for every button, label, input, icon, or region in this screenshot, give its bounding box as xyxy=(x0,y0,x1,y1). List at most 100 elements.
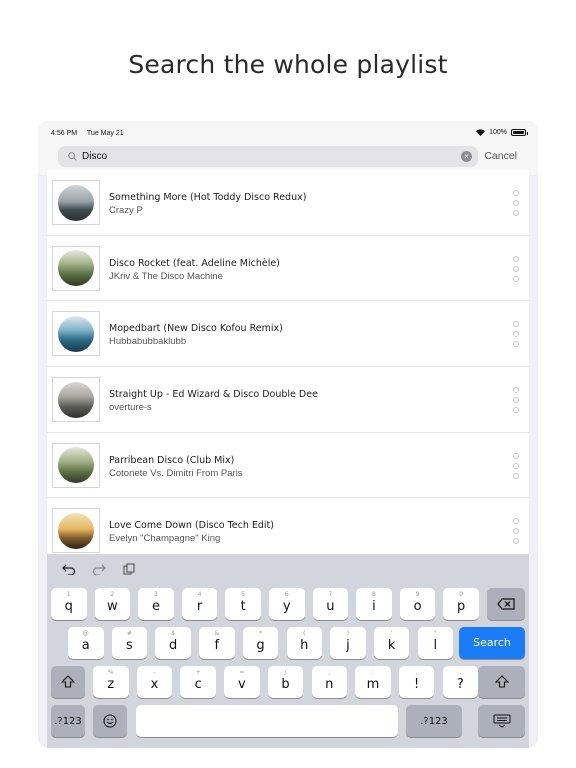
key-label: d xyxy=(169,638,178,653)
key-w[interactable]: 2w xyxy=(94,588,131,620)
emoji-key[interactable] xyxy=(93,705,127,737)
key-alt-label: 1 xyxy=(66,591,71,598)
album-art-image xyxy=(58,447,94,484)
key-label: b xyxy=(281,677,290,692)
key-i[interactable]: 8i xyxy=(356,588,392,620)
keyboard-dismiss-icon xyxy=(493,714,510,728)
key-alt-label: - xyxy=(153,669,156,676)
redo-icon[interactable] xyxy=(91,562,107,576)
key-l[interactable]: " l xyxy=(417,627,454,659)
key-alt-label: 7 xyxy=(328,591,333,598)
key-s[interactable]: # s xyxy=(111,627,148,659)
shift-key-right[interactable] xyxy=(478,666,525,698)
key-![interactable]: ,! xyxy=(398,666,435,698)
result-row[interactable]: Something More (Hot Toddy Disco Redux) Cr… xyxy=(47,170,529,236)
key-?[interactable]: .? xyxy=(442,666,479,698)
key-alt-label: 8 xyxy=(372,591,376,598)
key-z[interactable]: % z xyxy=(93,666,129,698)
key-label: u xyxy=(326,599,335,614)
search-field[interactable]: × xyxy=(58,146,478,167)
key-k[interactable]: ' k xyxy=(373,627,410,659)
key-label: p xyxy=(457,599,466,614)
album-art xyxy=(52,180,100,225)
key-alt-label: 9 xyxy=(415,591,420,598)
search-input[interactable] xyxy=(82,151,452,162)
key-o[interactable]: 9o xyxy=(399,588,436,620)
numbers-key-right[interactable]: .?123 xyxy=(406,705,462,737)
album-art-image xyxy=(58,250,94,287)
album-art-image xyxy=(58,315,94,352)
key-label: v xyxy=(237,677,246,692)
key-r[interactable]: 4r xyxy=(181,588,218,620)
key-label: y xyxy=(282,599,291,614)
status-bar: 4:56 PM Tue May 21 100% xyxy=(38,121,538,145)
result-row[interactable]: Disco Rocket (feat. Adeline Michèle) JKri… xyxy=(47,236,529,302)
cancel-button[interactable]: Cancel xyxy=(484,150,517,162)
result-row[interactable]: Love Come Down (Disco Tech Edit) Evelyn "… xyxy=(47,498,529,555)
key-label: ! xyxy=(414,677,420,692)
ipad-screen: 4:56 PM Tue May 21 100% × Cancel Somethi… xyxy=(38,121,538,748)
key-label: e xyxy=(151,599,160,614)
key-b[interactable]: / b xyxy=(267,666,304,698)
more-options-icon[interactable] xyxy=(513,255,519,282)
key-y[interactable]: 6y xyxy=(269,588,305,620)
shift-icon xyxy=(494,675,509,688)
page-headline: Search the whole playlist xyxy=(128,50,448,79)
key-m[interactable]: :m xyxy=(355,666,391,698)
key-c[interactable]: + c xyxy=(180,666,216,698)
space-bar[interactable] xyxy=(136,705,398,737)
key-label: t xyxy=(240,599,246,614)
key-h[interactable]: (h xyxy=(286,627,322,659)
key-f[interactable]: & f xyxy=(199,627,235,659)
album-art-image xyxy=(58,512,94,549)
more-options-icon[interactable] xyxy=(513,452,519,479)
track-artist: overture-s xyxy=(109,402,152,414)
key-alt-label: 4 xyxy=(197,591,202,598)
paste-icon[interactable] xyxy=(121,562,137,576)
track-artist: Cotonete Vs. Dimitri From Paris xyxy=(109,467,243,479)
undo-icon[interactable] xyxy=(61,562,77,576)
backspace-key[interactable] xyxy=(487,588,525,620)
key-x[interactable]: -x xyxy=(136,666,173,698)
key-alt-label: ' xyxy=(390,630,393,637)
result-row[interactable]: Straight Up - Ed Wizard & Disco Double D… xyxy=(47,367,529,433)
numbers-key-left[interactable]: .?123 xyxy=(51,705,85,737)
key-n[interactable]: ; n xyxy=(311,666,347,698)
key-q[interactable]: 1q xyxy=(51,588,87,620)
hide-keyboard-key[interactable] xyxy=(478,705,525,737)
keyboard-toolbar xyxy=(61,562,137,576)
key-label: f xyxy=(214,638,220,653)
key-p[interactable]: 0p xyxy=(443,588,479,620)
status-date: Tue May 21 xyxy=(86,130,124,137)
key-label: h xyxy=(300,638,309,653)
track-artist: Evelyn "Champagne" King xyxy=(109,533,221,545)
album-art xyxy=(52,311,100,357)
key-t[interactable]: 5t xyxy=(225,588,261,620)
key-label: l xyxy=(433,638,438,653)
key-alt-label: 5 xyxy=(241,591,246,598)
more-options-icon[interactable] xyxy=(513,190,519,216)
key-d[interactable]: $ d xyxy=(155,627,191,659)
more-options-icon[interactable] xyxy=(513,518,519,545)
key-label: j xyxy=(346,638,350,653)
battery-level xyxy=(513,131,524,134)
key-alt-label: @ xyxy=(82,630,89,637)
key-label: i xyxy=(372,599,376,614)
search-key[interactable]: Search xyxy=(459,627,525,659)
key-a[interactable]: @ a xyxy=(68,627,104,659)
key-g[interactable]: * g xyxy=(242,627,279,659)
key-u[interactable]: 7u xyxy=(312,588,349,620)
key-v[interactable]: = v xyxy=(224,666,260,698)
track-title: Disco Rocket (feat. Adeline Michèle) xyxy=(109,257,280,269)
clear-search-icon[interactable]: × xyxy=(461,151,472,162)
shift-key[interactable] xyxy=(51,666,85,698)
more-options-icon[interactable] xyxy=(513,387,519,414)
key-e[interactable]: 3e xyxy=(138,588,174,620)
result-row[interactable]: Mopedbart (New Disco Kofou Remix) Hubbabu… xyxy=(47,301,529,368)
key-j[interactable]: ) j xyxy=(330,627,366,659)
more-options-icon[interactable] xyxy=(513,321,519,348)
result-row[interactable]: Parribean Disco (Club Mix) Cotonete Vs. D… xyxy=(47,433,529,499)
track-title: Parribean Disco (Club Mix) xyxy=(109,454,235,466)
key-alt-label: * xyxy=(259,630,263,637)
album-art xyxy=(52,508,100,554)
